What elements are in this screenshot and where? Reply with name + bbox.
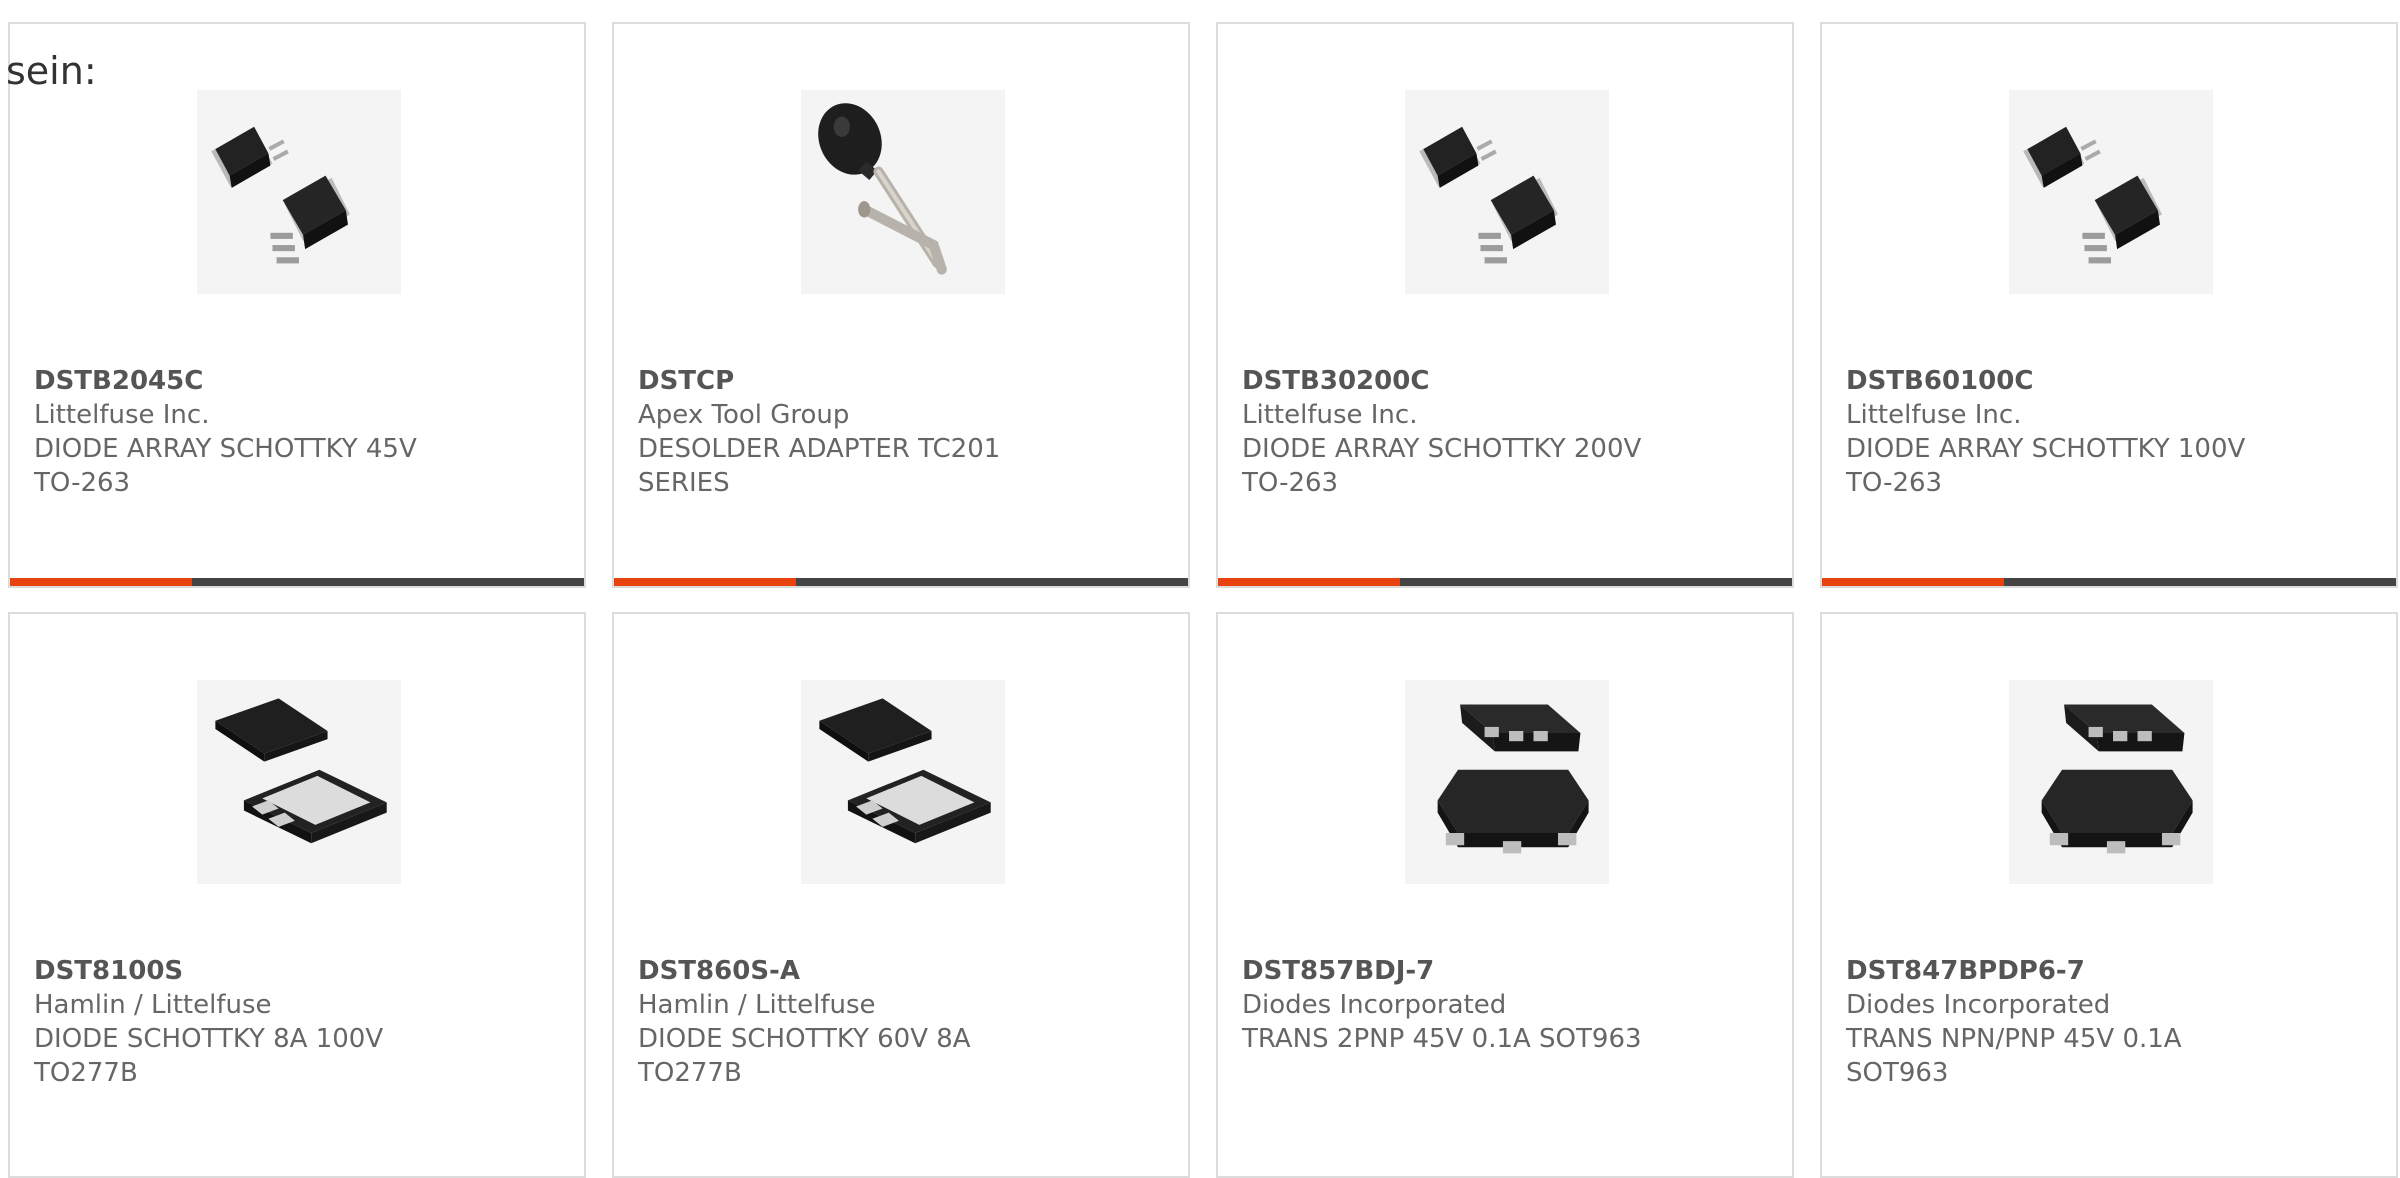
product-image[interactable] [801, 680, 1005, 884]
manufacturer-label: Littelfuse Inc. [34, 400, 210, 430]
product-card[interactable]: DSTCP Apex Tool Group DESOLDER ADAPTER T… [612, 22, 1190, 588]
description-label: TRANS NPN/PNP 45V 0.1A SOT963 [1846, 1024, 2182, 1088]
product-image[interactable] [1405, 680, 1609, 884]
product-card[interactable]: DST8100S Hamlin / Littelfuse DIODE SCHOT… [8, 612, 586, 1178]
product-card[interactable]: DSTB30200C Littelfuse Inc. DIODE ARRAY S… [1216, 22, 1794, 588]
part-number-link[interactable]: DST860S-A [638, 954, 1164, 988]
to263-package-icon [2009, 90, 2213, 294]
description-label: DIODE SCHOTTKY 8A 100V TO277B [34, 1024, 384, 1088]
part-number-link[interactable]: DSTB2045C [34, 364, 560, 398]
card-bottom-bar [614, 578, 1188, 586]
product-grid: DSTB2045C Littelfuse Inc. DIODE ARRAY SC… [8, 22, 2398, 1178]
part-number-link[interactable]: DSTB30200C [1242, 364, 1768, 398]
product-card[interactable]: DST857BDJ-7 Diodes Incorporated TRANS 2P… [1216, 612, 1794, 1178]
manufacturer-label: Littelfuse Inc. [1242, 400, 1418, 430]
desolder-bulb-icon [801, 90, 1005, 294]
product-card[interactable]: DST847BPDP6-7 Diodes Incorporated TRANS … [1820, 612, 2398, 1178]
card-bottom-bar [1218, 578, 1792, 586]
part-number-link[interactable]: DST8100S [34, 954, 560, 988]
description-label: DIODE SCHOTTKY 60V 8A TO277B [638, 1024, 971, 1088]
card-bottom-bar [10, 578, 584, 586]
page-heading: sein: [6, 49, 97, 93]
to277b-package-icon [197, 680, 401, 884]
card-bottom-bar [1822, 578, 2396, 586]
to263-package-icon [1405, 90, 1609, 294]
sot963-package-icon [2009, 680, 2213, 884]
manufacturer-label: Apex Tool Group [638, 400, 850, 430]
product-image[interactable] [197, 680, 401, 884]
card-accent-bar [10, 578, 192, 586]
description-label: TRANS 2PNP 45V 0.1A SOT963 [1242, 1024, 1642, 1054]
product-card[interactable]: DSTB2045C Littelfuse Inc. DIODE ARRAY SC… [8, 22, 586, 588]
product-image[interactable] [197, 90, 401, 294]
sot963-package-icon [1405, 680, 1609, 884]
part-number-link[interactable]: DSTB60100C [1846, 364, 2372, 398]
description-label: DIODE ARRAY SCHOTTKY 200V TO-263 [1242, 434, 1642, 498]
product-card[interactable]: DSTB60100C Littelfuse Inc. DIODE ARRAY S… [1820, 22, 2398, 588]
card-accent-bar [1822, 578, 2004, 586]
product-image[interactable] [1405, 90, 1609, 294]
part-number-link[interactable]: DSTCP [638, 364, 1164, 398]
product-card[interactable]: DST860S-A Hamlin / Littelfuse DIODE SCHO… [612, 612, 1190, 1178]
manufacturer-label: Diodes Incorporated [1242, 990, 1507, 1020]
manufacturer-label: Hamlin / Littelfuse [34, 990, 272, 1020]
description-label: DIODE ARRAY SCHOTTKY 100V TO-263 [1846, 434, 2246, 498]
description-label: DESOLDER ADAPTER TC201 SERIES [638, 434, 1001, 498]
product-image[interactable] [2009, 680, 2213, 884]
product-image[interactable] [801, 90, 1005, 294]
to277b-package-icon [801, 680, 1005, 884]
card-accent-bar [614, 578, 796, 586]
product-image[interactable] [2009, 90, 2213, 294]
manufacturer-label: Hamlin / Littelfuse [638, 990, 876, 1020]
description-label: DIODE ARRAY SCHOTTKY 45V TO-263 [34, 434, 417, 498]
to263-package-icon [197, 90, 401, 294]
part-number-link[interactable]: DST847BPDP6-7 [1846, 954, 2372, 988]
manufacturer-label: Diodes Incorporated [1846, 990, 2111, 1020]
card-accent-bar [1218, 578, 1400, 586]
part-number-link[interactable]: DST857BDJ-7 [1242, 954, 1768, 988]
manufacturer-label: Littelfuse Inc. [1846, 400, 2022, 430]
